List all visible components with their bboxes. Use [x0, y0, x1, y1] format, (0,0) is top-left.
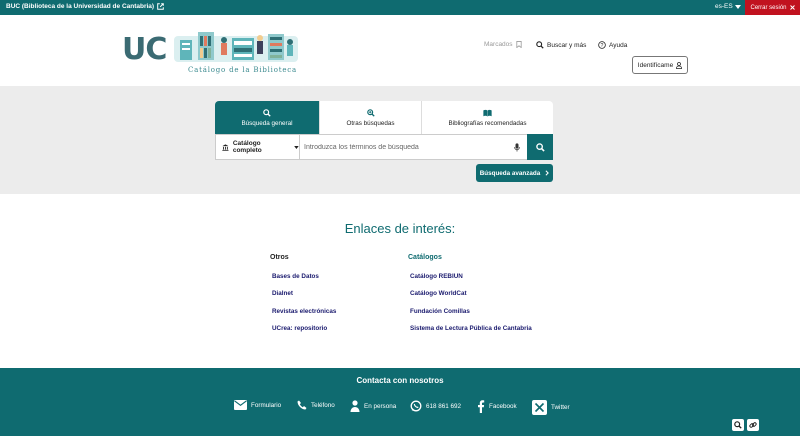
voice-search-button[interactable]: [507, 135, 527, 159]
link-bases-de-datos[interactable]: Bases de Datos: [270, 273, 336, 290]
microphone-icon: [514, 142, 520, 151]
identify-button[interactable]: Identifícame: [632, 56, 688, 74]
links-title: Enlaces de interés:: [344, 221, 456, 236]
contact-telefono[interactable]: Teléfono: [297, 400, 335, 410]
advanced-search-label: Búsqueda avanzada: [479, 169, 541, 177]
logo-uc-text: UC: [122, 32, 167, 67]
tab-bibliografias[interactable]: Bibliografías recomendadas: [422, 101, 553, 134]
footer-search-button[interactable]: [732, 419, 744, 431]
caret-down-icon: [294, 145, 299, 149]
contact-label: En persona: [364, 402, 397, 410]
search-bar: Catálogo completo: [215, 134, 553, 160]
footer: Contacta con nosotros Formulario Teléfon…: [0, 368, 800, 436]
tab-label: Bibliografías recomendadas: [448, 119, 527, 127]
link-catalogo-worldcat[interactable]: Catálogo WorldCat: [408, 290, 532, 307]
search-tabs: Búsqueda general Otras búsquedas Bibliog…: [215, 101, 553, 134]
search-input[interactable]: [300, 135, 507, 159]
otros-heading: Otros: [270, 254, 289, 261]
tab-busqueda-general[interactable]: Búsqueda general: [215, 101, 320, 134]
tab-label: Otras búsquedas: [346, 119, 395, 127]
buscar-label: Buscar y más: [547, 41, 587, 49]
logo-caption: Catálogo de la Biblioteca: [188, 66, 297, 74]
contact-twitter[interactable]: Twitter: [532, 400, 570, 415]
user-icon: [676, 61, 683, 69]
external-link-icon: [157, 3, 164, 10]
header: UC Catálogo de la Biblioteca Marcados Bu…: [0, 15, 800, 86]
tab-label: Búsqueda general: [241, 119, 293, 127]
contact-label: Twitter: [551, 404, 570, 411]
close-icon: [789, 5, 795, 10]
search-submit-button[interactable]: [527, 134, 553, 160]
scope-selector[interactable]: Catálogo completo: [216, 135, 300, 159]
language-label: es-ES: [715, 3, 733, 10]
marcados-link[interactable]: Marcados: [484, 41, 522, 48]
otros-links-column: Otros Bases de Datos Dialnet Revistas el…: [270, 254, 336, 342]
library-logo[interactable]: UC Catálogo de la Biblioteca: [122, 26, 302, 76]
logout-label: Cerrar sesión: [750, 4, 787, 11]
x-twitter-icon: [532, 400, 547, 415]
envelope-icon: [234, 400, 247, 410]
search-icon: [734, 421, 742, 429]
search-icon: [536, 41, 544, 49]
contact-facebook[interactable]: Facebook: [477, 400, 517, 413]
buscar-menu[interactable]: Buscar y más: [536, 41, 586, 49]
ayuda-label: Ayuda: [609, 41, 628, 49]
link-revistas-electronicas[interactable]: Revistas electrónicas: [270, 308, 336, 325]
library-building-icon: [222, 143, 229, 151]
contact-label: Formulario: [251, 401, 282, 409]
contact-label: Facebook: [489, 403, 517, 410]
library-site-link[interactable]: BUC (Biblioteca de la Universidad de Can…: [6, 3, 164, 10]
contact-label: 618 861 692: [426, 402, 462, 410]
link-ucrea-repositorio[interactable]: UCrea: repositorio: [270, 325, 336, 342]
help-circle-icon: ?: [598, 41, 606, 49]
advanced-search-button[interactable]: Búsqueda avanzada: [476, 164, 553, 182]
marcados-label: Marcados: [484, 41, 513, 48]
zoom-plus-icon: [366, 108, 375, 117]
caret-down-icon: [734, 4, 741, 9]
catalogos-heading: Catálogos: [408, 254, 442, 261]
ayuda-link[interactable]: ? Ayuda: [598, 41, 627, 49]
contact-whatsapp[interactable]: 618 861 692: [410, 400, 461, 412]
contact-en-persona[interactable]: En persona: [350, 400, 396, 412]
link-sistema-lectura-publica[interactable]: Sistema de Lectura Pública de Cantabria: [408, 325, 532, 342]
catalogos-links-column: Catálogos Catálogo REBIUN Catálogo World…: [408, 254, 532, 342]
identify-label: Identifícame: [637, 61, 674, 69]
language-selector[interactable]: es-ES: [715, 3, 741, 10]
link-chain-icon: [749, 422, 757, 428]
facebook-icon: [478, 400, 485, 413]
chevron-right-icon: [545, 170, 550, 176]
logout-button[interactable]: Cerrar sesión: [745, 0, 800, 15]
scope-label: Catálogo completo: [232, 140, 262, 154]
svg-text:?: ?: [601, 43, 604, 49]
library-illustration: [174, 32, 298, 62]
footer-title: Contacta con nosotros: [356, 376, 444, 385]
link-dialnet[interactable]: Dialnet: [270, 290, 336, 307]
whatsapp-icon: [410, 400, 422, 412]
bookmark-icon: [515, 41, 522, 48]
link-fundacion-comillas[interactable]: Fundación Comillas: [408, 308, 532, 325]
site-label: BUC (Biblioteca de la Universidad de Can…: [6, 3, 155, 10]
person-icon: [350, 400, 360, 412]
search-icon: [535, 142, 545, 152]
footer-link-button[interactable]: [747, 419, 759, 431]
contact-formulario[interactable]: Formulario: [234, 400, 281, 410]
search-icon: [263, 108, 271, 117]
tab-otras-busquedas[interactable]: Otras búsquedas: [320, 101, 422, 134]
phone-icon: [297, 400, 307, 410]
top-bar: BUC (Biblioteca de la Universidad de Can…: [0, 0, 800, 15]
link-catalogo-rebiun[interactable]: Catálogo REBIUN: [408, 273, 532, 290]
book-open-icon: [483, 109, 492, 117]
contact-label: Teléfono: [311, 401, 335, 409]
